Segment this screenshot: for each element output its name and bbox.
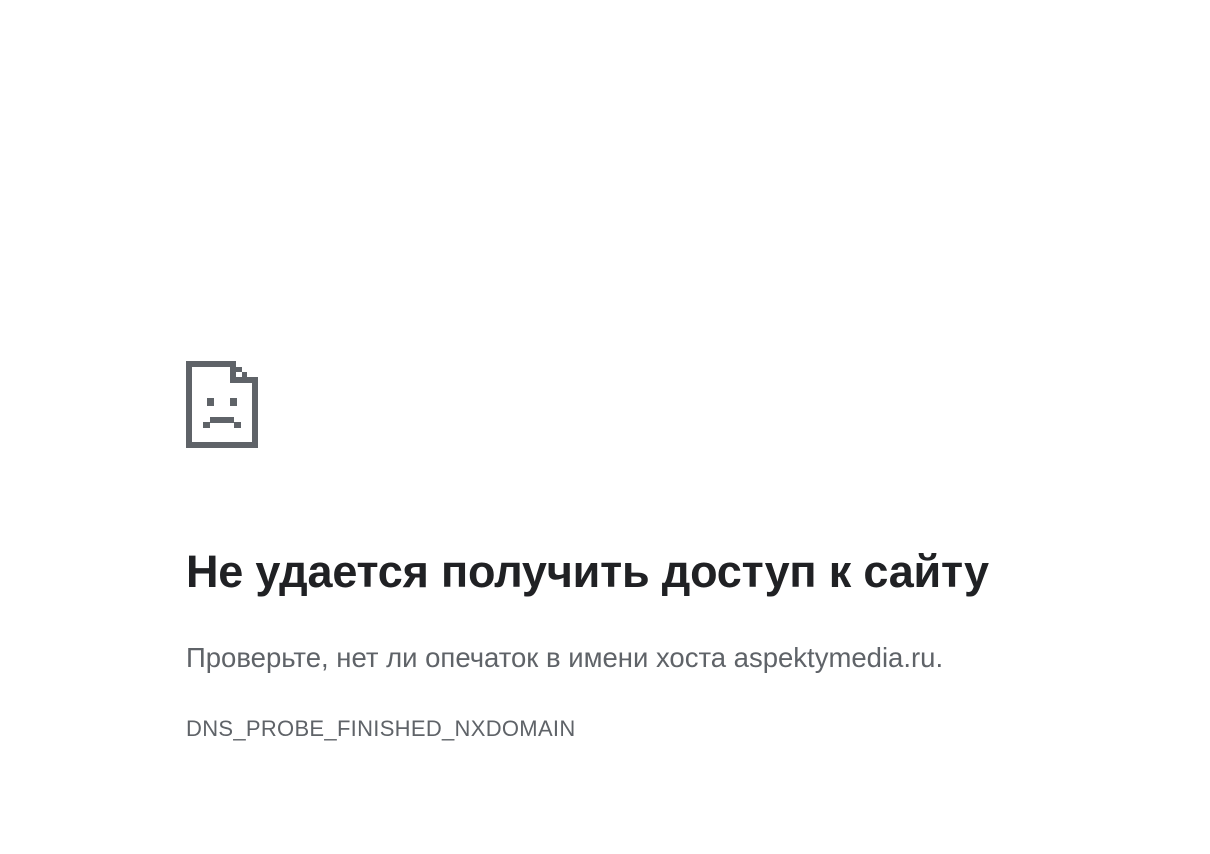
error-code[interactable]: DNS_PROBE_FINISHED_NXDOMAIN [186, 716, 576, 742]
error-hint: Проверьте, нет ли опечаток в имени хоста… [186, 642, 944, 673]
error-page-content: Не удается получить доступ к сайту Прове… [186, 361, 1086, 741]
error-title: Не удается получить доступ к сайту [186, 546, 989, 597]
sad-page-icon [186, 361, 258, 448]
